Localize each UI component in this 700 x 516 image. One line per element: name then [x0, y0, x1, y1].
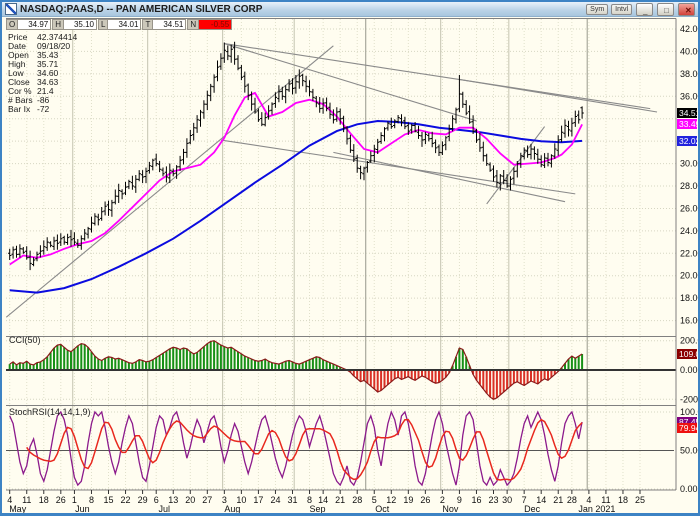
svg-text:20: 20 [185, 495, 195, 505]
quote-open-label: O [6, 19, 18, 30]
svg-text:50.00: 50.00 [680, 446, 698, 456]
svg-text:Dec: Dec [524, 504, 541, 513]
svg-text:18: 18 [618, 495, 628, 505]
svg-text:Nov: Nov [442, 504, 459, 513]
svg-text:11: 11 [22, 495, 31, 505]
title-bar[interactable]: NASDAQ:PAAS,D -- PAN AMERICAN SILVER COR… [2, 2, 698, 17]
ma-fast-flag: 33.49 [677, 119, 697, 129]
svg-text:Aug: Aug [224, 504, 240, 513]
svg-text:29: 29 [138, 495, 148, 505]
svg-text:May: May [9, 504, 27, 513]
ma-slow-flag: 32.02 [677, 136, 697, 146]
svg-text:16.00: 16.00 [680, 316, 698, 326]
svg-text:20.00: 20.00 [680, 271, 698, 281]
svg-text:26.00: 26.00 [680, 203, 698, 213]
window-title: NASDAQ:PAAS,D -- PAN AMERICAN SILVER COR… [20, 4, 262, 15]
quote-low-label: L [98, 19, 108, 30]
svg-text:31: 31 [287, 495, 297, 505]
svg-text:28: 28 [567, 495, 577, 505]
svg-text:26: 26 [56, 495, 66, 505]
ma-slow-line [10, 121, 582, 293]
symbol-button[interactable]: Sym [586, 4, 608, 15]
svg-text:18: 18 [39, 495, 49, 505]
quote-open-value: 34.97 [18, 19, 51, 30]
svg-text:14: 14 [536, 495, 546, 505]
svg-text:28.00: 28.00 [680, 181, 698, 191]
stochrsi-lines [6, 412, 676, 485]
quote-net-change-value: -0.55 [199, 19, 232, 30]
close-button[interactable]: ✕ [678, 3, 695, 16]
svg-text:12: 12 [386, 495, 396, 505]
cci-panel-label: CCI(50) [9, 335, 41, 345]
svg-text:Sep: Sep [310, 504, 326, 513]
svg-text:11: 11 [601, 495, 610, 505]
cci-value-flag: 109.00 [677, 349, 697, 359]
crosshair-info-panel: Price42.374414 Date09/18/20 Open35.43 Hi… [8, 33, 77, 114]
svg-text:13: 13 [168, 495, 178, 505]
svg-text:22: 22 [121, 495, 131, 505]
quote-high-label: H [52, 19, 64, 30]
svg-text:Jul: Jul [158, 504, 170, 513]
svg-text:21: 21 [335, 495, 345, 505]
svg-text:9: 9 [457, 495, 462, 505]
svg-text:36.00: 36.00 [680, 91, 698, 101]
quote-high-value: 35.10 [64, 19, 97, 30]
svg-text:28: 28 [352, 495, 362, 505]
svg-text:25: 25 [635, 495, 645, 505]
svg-text:30: 30 [502, 495, 512, 505]
svg-text:30.00: 30.00 [680, 159, 698, 169]
last-price-flag: 34.51 [677, 108, 697, 118]
svg-text:Jun: Jun [75, 504, 90, 513]
svg-text:-200.00: -200.00 [680, 394, 698, 404]
svg-text:17: 17 [253, 495, 263, 505]
svg-text:200.00: 200.00 [680, 336, 698, 346]
quote-low-value: 34.01 [108, 19, 141, 30]
svg-text:Oct: Oct [375, 504, 390, 513]
chart-canvas[interactable]: 42.00 40.00 38.00 36.00 30.00 28.00 26.00 24.00… [2, 17, 698, 513]
svg-text:15: 15 [103, 495, 113, 505]
svg-text:Jan 2021: Jan 2021 [578, 504, 615, 513]
quote-trade-value: 34.51 [153, 19, 186, 30]
svg-text:27: 27 [202, 495, 212, 505]
info-row: Bar Ix-72 [8, 105, 77, 114]
svg-text:100.00: 100.00 [680, 407, 698, 417]
ma-fast-line [10, 93, 582, 265]
moving-averages [10, 93, 582, 293]
app-icon [5, 3, 17, 15]
svg-text:40.00: 40.00 [680, 46, 698, 56]
svg-text:24.00: 24.00 [680, 226, 698, 236]
svg-text:22.00: 22.00 [680, 248, 698, 258]
quote-strip: O 34.97 H 35.10 L 34.01 T 34.51 N -0.55 [6, 19, 233, 30]
quote-trade-label: T [142, 19, 153, 30]
stoch-d-line [27, 420, 582, 480]
svg-text:10: 10 [236, 495, 246, 505]
svg-text:21: 21 [553, 495, 563, 505]
svg-text:16: 16 [471, 495, 481, 505]
quote-net-label: N [187, 19, 199, 30]
svg-text:38.00: 38.00 [680, 69, 698, 79]
trendlines [6, 44, 657, 318]
svg-text:26: 26 [420, 495, 430, 505]
app-window: NASDAQ:PAAS,D -- PAN AMERICAN SILVER COR… [0, 0, 700, 516]
svg-text:8: 8 [89, 495, 94, 505]
svg-text:19: 19 [403, 495, 413, 505]
stochrsi-panel-label: StochRSI(14,14,1,9) [9, 407, 91, 417]
maximize-button[interactable]: □ [657, 3, 674, 16]
svg-text:42.00: 42.00 [680, 24, 698, 34]
svg-text:0.00: 0.00 [680, 484, 698, 494]
x-axis-labels: 4May1118261Jun81522296Jul1320273Aug10172… [7, 490, 645, 513]
minimize-button[interactable]: _ [636, 3, 653, 16]
svg-text:24: 24 [270, 495, 280, 505]
svg-text:23: 23 [488, 495, 498, 505]
stoch-d-flag: 79.94 [677, 423, 697, 433]
chart-region: 42.00 40.00 38.00 36.00 30.00 28.00 26.00 24.00… [2, 17, 698, 513]
interval-button[interactable]: Intvl [611, 4, 632, 15]
svg-text:18.00: 18.00 [680, 293, 698, 303]
grid [6, 19, 676, 490]
svg-text:0.00: 0.00 [680, 365, 698, 375]
svg-text:14: 14 [318, 495, 328, 505]
